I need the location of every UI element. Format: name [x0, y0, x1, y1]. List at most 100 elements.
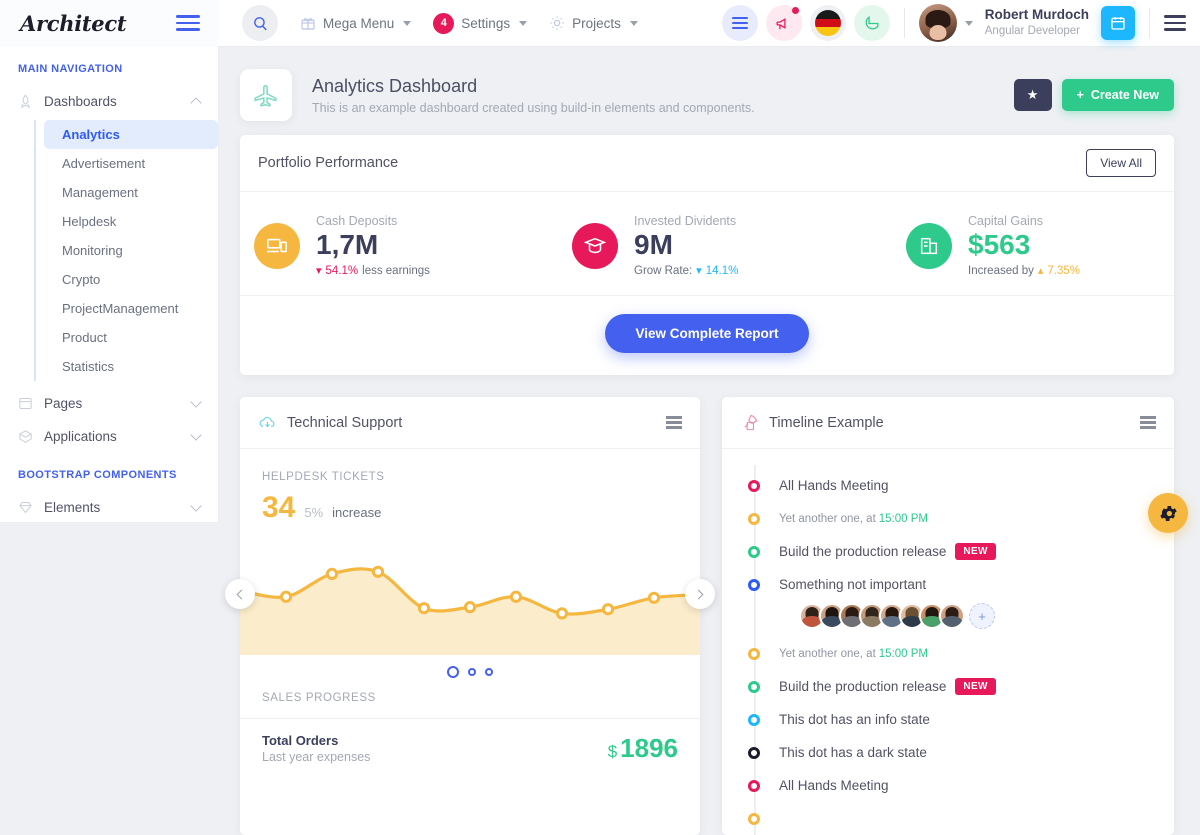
sidebar-subitem-crypto[interactable]: Crypto — [44, 265, 218, 294]
chevron-down-icon — [190, 500, 201, 511]
timeline-text: Yet another one, at 15:00 PM — [779, 513, 928, 525]
view-all-button[interactable]: View All — [1086, 149, 1156, 177]
create-new-button[interactable]: + Create New — [1062, 79, 1174, 111]
sidebar-subitem-helpdesk[interactable]: Helpdesk — [44, 207, 218, 236]
apps-grid-button[interactable] — [722, 5, 758, 41]
timeline-text-label: Build the production release — [779, 679, 946, 694]
user-name: Robert Murdoch — [985, 7, 1089, 24]
sidebar-subitem-projectmanagement[interactable]: ProjectManagement — [44, 294, 218, 323]
chart-markers — [240, 533, 700, 655]
timeline-item[interactable]: All Hands Meeting — [742, 769, 1154, 802]
settings-fab-button[interactable] — [1148, 493, 1188, 533]
main-content: Analytics Dashboard This is an example d… — [218, 47, 1200, 736]
sidebar-subitem-advertisement[interactable]: Advertisement — [44, 149, 218, 178]
currency-symbol: $ — [608, 742, 617, 761]
technical-support-body: HELPDESK TICKETS 34 5% increase — [240, 449, 700, 525]
carousel-next-button[interactable] — [685, 579, 715, 609]
sidebar-subitem-monitoring[interactable]: Monitoring — [44, 236, 218, 265]
technical-support-title: Technical Support — [287, 415, 402, 431]
sidebar-item-pages[interactable]: Pages — [0, 387, 218, 420]
sidebar-item-dashboards[interactable]: Dashboards — [0, 85, 218, 118]
carousel-dots — [240, 655, 700, 688]
sidebar-subitem-product[interactable]: Product — [44, 323, 218, 352]
search-button[interactable] — [242, 5, 278, 41]
timeline-item[interactable]: This dot has an info state — [742, 703, 1154, 736]
helpdesk-tickets-trend-word: increase — [332, 505, 381, 520]
header-menu-item-settings[interactable]: 4 Settings — [433, 13, 527, 34]
chevron-down-icon — [630, 21, 638, 26]
hamburger-icon[interactable] — [1140, 416, 1156, 429]
header-menu-item-mega-menu[interactable]: Mega Menu — [300, 15, 411, 31]
favorite-button[interactable]: ★ — [1014, 79, 1052, 111]
calendar-button[interactable] — [1101, 6, 1135, 40]
timeline-dot — [748, 546, 760, 558]
timeline-item[interactable]: This dot has a dark state — [742, 736, 1154, 769]
timeline-item[interactable]: All Hands Meeting — [742, 469, 1154, 502]
trend-up-icon: ▴ — [1038, 264, 1044, 277]
notification-dot — [792, 7, 799, 14]
timeline-item[interactable]: Yet another one, at 15:00 PM — [742, 637, 1154, 670]
timeline-time: 15:00 PM — [879, 513, 928, 525]
timeline-text-label: Build the production release — [779, 544, 946, 559]
sidebar-item-label: Elements — [44, 500, 192, 515]
sidebar: MAIN NAVIGATION Dashboards Analytics Adv… — [0, 47, 218, 522]
stat-label: Capital Gains — [968, 214, 1080, 228]
sidebar-item-elements[interactable]: Elements — [0, 491, 218, 522]
sidebar-section-label-bootstrap: BOOTSTRAP COMPONENTS — [0, 453, 218, 491]
timeline-text: This dot has a dark state — [779, 745, 927, 760]
top-bar-right-actions: Robert Murdoch Angular Developer — [714, 4, 1200, 42]
avatar[interactable] — [939, 603, 965, 629]
right-panel-toggle-button[interactable] — [1164, 15, 1186, 31]
sidebar-toggle-button[interactable] — [176, 15, 200, 31]
stat-note-suffix: less earnings — [362, 265, 430, 277]
header-menu-item-projects[interactable]: Projects — [549, 15, 638, 31]
carousel-dot-2[interactable] — [468, 668, 476, 676]
pie-chart-icon — [863, 15, 880, 32]
timeline-item[interactable]: Yet another one, at 15:00 PM — [742, 502, 1154, 535]
building-icon — [906, 223, 952, 269]
language-button[interactable] — [810, 5, 846, 41]
trend-down-icon: ▾ — [316, 264, 322, 277]
carousel-dot-1[interactable] — [447, 666, 459, 678]
user-chevron-down-icon[interactable] — [965, 21, 973, 26]
stat-value: 9M — [634, 229, 738, 261]
avatar[interactable] — [919, 4, 957, 42]
add-member-button[interactable]: + — [969, 603, 995, 629]
chevron-down-icon — [403, 21, 411, 26]
divider — [904, 8, 905, 38]
grid-icon — [732, 17, 748, 29]
carousel-prev-button[interactable] — [225, 579, 255, 609]
helpdesk-kpi-row: 34 5% increase — [262, 491, 678, 525]
hamburger-icon[interactable] — [666, 416, 682, 429]
sidebar-subitem-management[interactable]: Management — [44, 178, 218, 207]
chevron-down-icon — [190, 429, 201, 440]
timeline-item[interactable]: Build the production release NEW — [742, 535, 1154, 568]
timeline-item[interactable]: Something not important — [742, 568, 1154, 601]
timeline-item[interactable] — [742, 802, 1154, 835]
page-header: Analytics Dashboard This is an example d… — [218, 47, 1200, 135]
timeline-dot — [748, 780, 760, 792]
view-complete-report-button[interactable]: View Complete Report — [605, 314, 808, 353]
analytics-button[interactable] — [854, 5, 890, 41]
window-icon — [18, 396, 44, 411]
timeline-text: Yet another one, at 15:00 PM — [779, 648, 928, 660]
stat-capital-gains: Capital Gains $563 Increased by ▴ 7.35% — [840, 214, 1174, 277]
timeline-item[interactable]: Build the production release NEW — [742, 670, 1154, 703]
timeline-dot — [748, 579, 760, 591]
timeline-time: 15:00 PM — [879, 648, 928, 660]
user-info: Robert Murdoch Angular Developer — [985, 7, 1089, 38]
announcements-button[interactable] — [766, 5, 802, 41]
brand-zone: Architect — [0, 0, 218, 47]
sidebar-item-applications[interactable]: Applications — [0, 420, 218, 453]
stat-trend-value: 54.1% — [326, 265, 359, 277]
sidebar-subitem-statistics[interactable]: Statistics — [44, 352, 218, 381]
sun-icon — [549, 15, 565, 31]
technical-support-card: Technical Support HELPDESK TICKETS 34 5%… — [240, 397, 700, 835]
sidebar-subitem-analytics[interactable]: Analytics — [44, 120, 218, 149]
diamond-icon — [18, 500, 44, 515]
carousel-dot-3[interactable] — [485, 668, 493, 676]
stat-label: Cash Deposits — [316, 214, 430, 228]
helpdesk-tickets-label: HELPDESK TICKETS — [262, 471, 678, 483]
stat-value: $563 — [968, 229, 1080, 261]
page-icon-container — [240, 69, 292, 121]
